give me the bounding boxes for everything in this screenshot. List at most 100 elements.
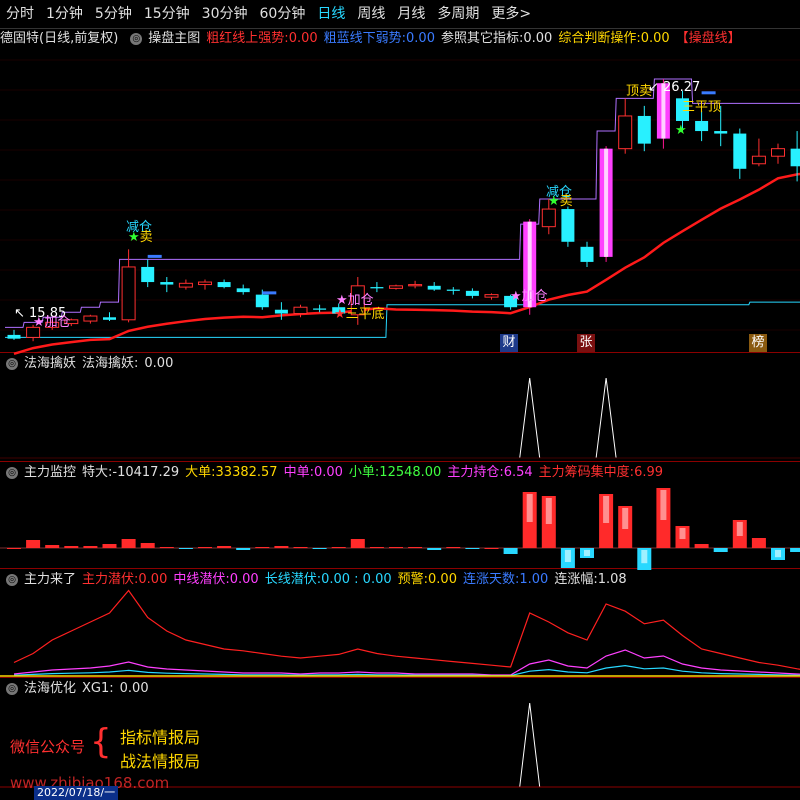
- money-flow-bar-highlight: [736, 522, 743, 536]
- money-flow-bar: [217, 546, 232, 548]
- candle-body: [160, 282, 174, 285]
- candle-body: [141, 266, 155, 283]
- fahai-spike: [595, 377, 617, 459]
- jiacang-signal: ★加仓: [510, 289, 548, 304]
- money-flow-bar: [274, 546, 289, 548]
- money-flow-bar: [178, 548, 193, 549]
- candle-body: [618, 115, 633, 150]
- money-flow-bar-highlight: [545, 498, 552, 524]
- wechat-account-label: 微信公众号: [10, 738, 86, 756]
- candle-body: [771, 148, 785, 157]
- weak-marker: [147, 254, 162, 258]
- candle-body: [637, 115, 651, 144]
- event-tag-zhang[interactable]: 张: [577, 334, 595, 352]
- money-flow-bar: [45, 545, 60, 548]
- money-flow-bar: [446, 547, 461, 548]
- money-flow-bar-highlight: [584, 550, 590, 556]
- money-flow-bar-highlight: [622, 508, 629, 529]
- candle-body: [580, 246, 594, 262]
- money-flow-bar: [293, 547, 308, 548]
- money-flow-bar: [427, 548, 442, 550]
- trend-ma-line: [13, 172, 800, 355]
- money-flow-bar: [751, 538, 766, 548]
- candle-body-highlight: [604, 148, 609, 257]
- candle-body: [274, 309, 288, 314]
- money-flow-bar: [159, 547, 174, 548]
- money-flow-bar: [255, 547, 270, 548]
- candle-body: [733, 133, 747, 169]
- weak-marker: [262, 291, 277, 295]
- event-tag-cai[interactable]: 财: [500, 334, 518, 352]
- candle-body: [484, 294, 499, 298]
- candle-body: [790, 148, 800, 167]
- jiacang-signal: ★加仓: [33, 315, 71, 330]
- money-flow-bar: [140, 543, 155, 548]
- candle-body: [83, 315, 98, 322]
- money-flow-bar-highlight: [660, 490, 667, 520]
- weak-marker: [701, 91, 716, 95]
- mai-signal: ★卖: [548, 194, 573, 209]
- candle-body: [293, 306, 308, 315]
- candle-body: [465, 290, 479, 296]
- money-flow-bar: [83, 546, 98, 548]
- money-flow-bar: [790, 548, 800, 552]
- money-flow-bar-highlight: [603, 496, 610, 523]
- money-flow-bar: [312, 548, 327, 549]
- mai-signal: ★卖: [128, 230, 153, 245]
- candle-body: [389, 285, 403, 289]
- money-flow-bar: [121, 539, 136, 548]
- money-flow-bar-highlight: [564, 550, 571, 562]
- money-flow-bar: [465, 548, 480, 549]
- money-flow-bar: [7, 548, 21, 549]
- candle-body: [121, 266, 136, 321]
- cursor-date: 2022/07/18/一: [34, 786, 119, 800]
- money-flow-bar-highlight: [641, 550, 648, 564]
- promo-line-1: 指标情报局: [120, 728, 201, 747]
- money-flow-bar: [369, 547, 384, 548]
- money-flow-bar: [389, 547, 403, 548]
- candle-body: [714, 131, 728, 134]
- candle-body: [217, 282, 231, 288]
- event-tag-bang[interactable]: 榜: [749, 334, 767, 352]
- money-flow-bar-highlight: [775, 550, 781, 558]
- candle-body: [198, 281, 212, 286]
- candle-body: [427, 285, 441, 290]
- candle-body: [103, 317, 116, 320]
- money-flow-bar-highlight: [679, 528, 686, 539]
- money-flow-bar: [713, 548, 728, 552]
- time-axis[interactable]: 2022/07/18/一: [0, 786, 800, 800]
- candle-body: [255, 294, 269, 308]
- money-flow-bar-highlight: [526, 494, 533, 522]
- money-flow-bar: [236, 548, 251, 550]
- money-flow-bar: [26, 540, 41, 548]
- star-marker: ★: [675, 123, 687, 138]
- candle-body: [7, 334, 21, 339]
- candle-body: [313, 308, 327, 310]
- fahai-spike: [519, 377, 541, 459]
- xg1-spike: [519, 702, 541, 788]
- high-price-label: ↙ 26.27: [648, 80, 701, 95]
- promo-line-2: 战法情报局: [120, 752, 201, 771]
- candle-body: [408, 284, 423, 287]
- candle-body: [561, 209, 575, 242]
- candle-body: [236, 288, 250, 293]
- candle-body: [751, 155, 766, 165]
- money-flow-bar: [694, 544, 709, 548]
- money-flow-bar: [484, 548, 499, 549]
- money-flow-bar: [350, 539, 365, 548]
- money-flow-bar: [198, 547, 212, 548]
- money-flow-bar: [503, 548, 518, 554]
- money-flow-bar: [102, 544, 117, 548]
- candle-body: [695, 120, 709, 132]
- candle-body: [446, 289, 460, 291]
- stock-chart[interactable]: [0, 0, 800, 800]
- candle-body: [178, 282, 193, 288]
- money-flow-bar: [331, 547, 346, 548]
- san-ping-ding-signal: 三平顶: [682, 100, 722, 115]
- candle-body: [541, 208, 556, 228]
- san-ping-di-signal: ★三平底: [334, 307, 385, 322]
- money-flow-bar: [64, 546, 79, 548]
- brace-icon: {: [90, 722, 112, 762]
- zhuli-qianfu-line: [13, 589, 800, 670]
- money-flow-bar: [408, 547, 423, 548]
